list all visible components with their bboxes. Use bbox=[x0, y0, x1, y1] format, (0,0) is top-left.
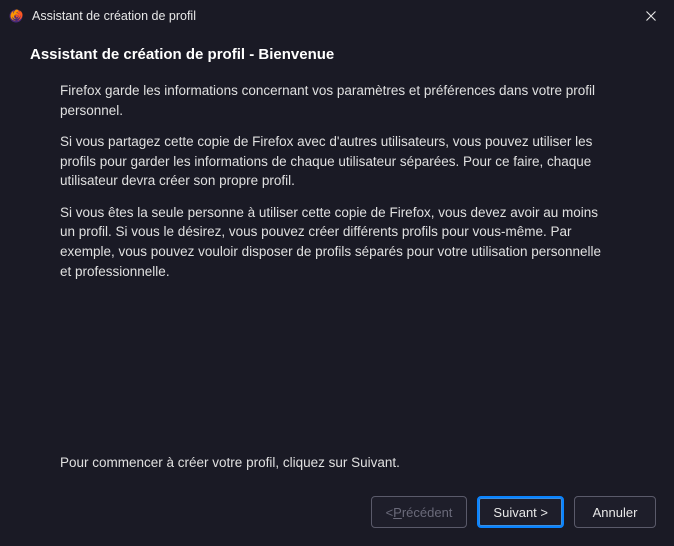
intro-paragraph-1: Firefox garde les informations concernan… bbox=[60, 81, 614, 120]
intro-paragraph-2: Si vous partagez cette copie de Firefox … bbox=[60, 132, 614, 191]
back-button-prefix: < bbox=[386, 505, 394, 520]
next-button[interactable]: Suivant > bbox=[477, 496, 564, 528]
close-button[interactable] bbox=[628, 0, 674, 32]
intro-paragraph-3: Si vous êtes la seule personne à utilise… bbox=[60, 203, 614, 281]
window-title: Assistant de création de profil bbox=[32, 9, 628, 23]
wizard-content: Firefox garde les informations concernan… bbox=[0, 73, 674, 281]
back-button-suffix: récédent bbox=[402, 505, 453, 520]
close-icon bbox=[646, 11, 656, 21]
titlebar: Assistant de création de profil bbox=[0, 0, 674, 32]
wizard-header: Assistant de création de profil - Bienve… bbox=[0, 32, 674, 73]
firefox-icon bbox=[8, 8, 24, 24]
button-bar: < Précédent Suivant > Annuler bbox=[371, 496, 656, 528]
instruction-text: Pour commencer à créer votre profil, cli… bbox=[60, 455, 614, 470]
back-button-accesskey: P bbox=[393, 505, 402, 520]
back-button: < Précédent bbox=[371, 496, 468, 528]
wizard-title: Assistant de création de profil - Bienve… bbox=[30, 46, 644, 63]
cancel-button[interactable]: Annuler bbox=[574, 496, 656, 528]
